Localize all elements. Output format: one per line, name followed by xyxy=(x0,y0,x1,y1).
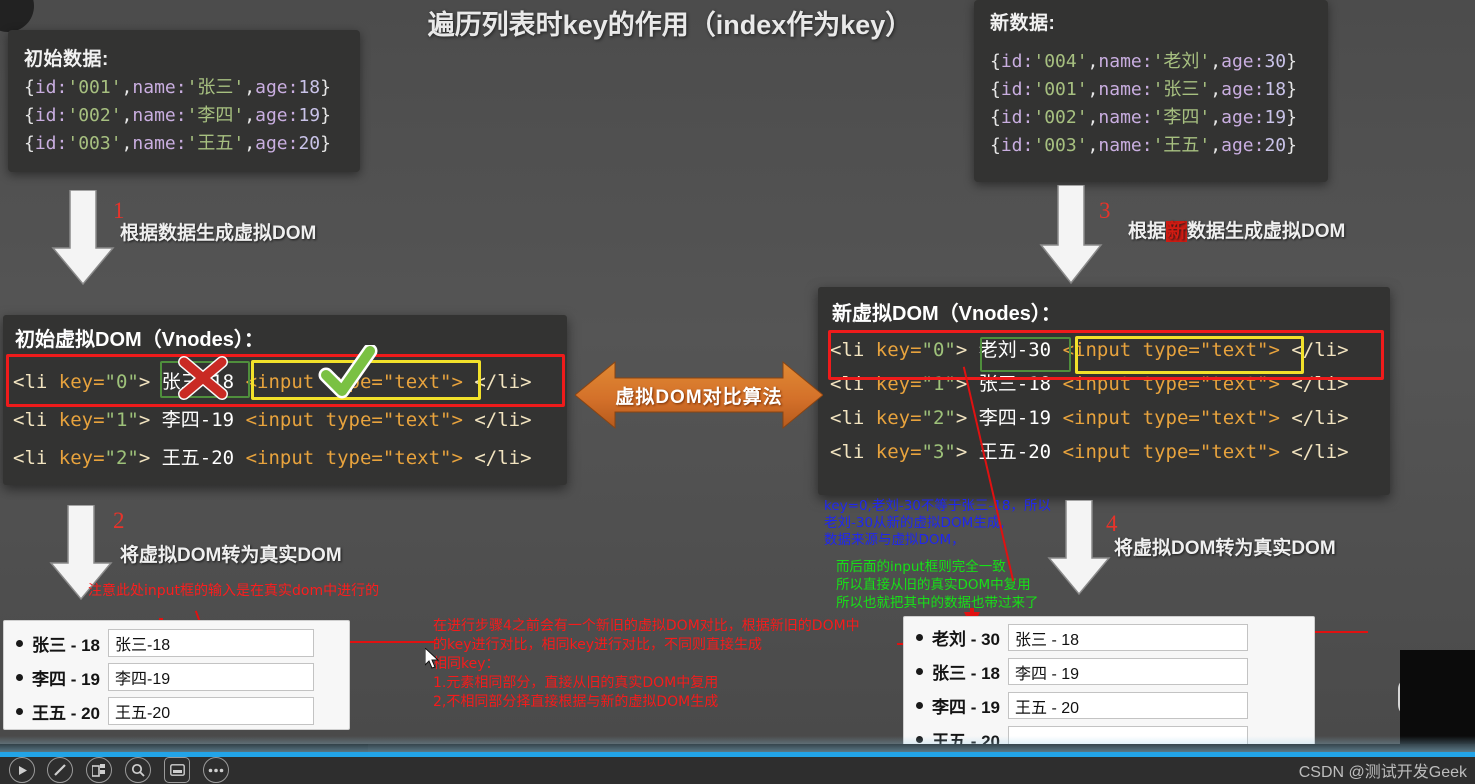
search-icon[interactable] xyxy=(125,757,151,783)
more-icon[interactable] xyxy=(203,757,229,783)
vdom-line: <li key="0"> 老刘-30 <input type="text"> <… xyxy=(830,339,1349,361)
list-bullet-icon xyxy=(916,668,923,675)
layout-icon[interactable] xyxy=(86,757,112,783)
step3-label-pre: 根据 xyxy=(1128,221,1167,242)
list-item: 李四 - 19 李四-19 xyxy=(4,663,349,691)
step3-number: 3 xyxy=(1099,198,1111,223)
step2-number: 2 xyxy=(113,508,125,533)
data-row: {id:'003',name:'王五',age:20} xyxy=(24,133,331,154)
screenshot-canvas: 遍历列表时key的作用（index作为key） 初始数据: {id:'001',… xyxy=(0,0,1475,784)
list-bullet-icon xyxy=(16,673,23,681)
pen-icon[interactable] xyxy=(47,757,73,783)
vdom-line: <li key="0"> 张三-18 <input type="text"> <… xyxy=(13,371,532,393)
list-item-input[interactable]: 张三 - 18 xyxy=(1008,624,1249,651)
data-row: {id:'002',name:'李四',age:19} xyxy=(990,107,1297,128)
step4-label: 将虚拟DOM转为真实DOM xyxy=(1114,538,1336,559)
blue-note-annotation: key=0,老刘-30不等于张三-18，所以 老刘-30从新的虚拟DOM生成, … xyxy=(824,498,1051,548)
new-data-box: 新数据: {id:'004',name:'老刘',age:30} {id:'00… xyxy=(974,0,1328,182)
list-item-input[interactable]: 张三-18 xyxy=(108,629,315,657)
new-vdom-lines: <li key="0"> 老刘-30 <input type="text"> <… xyxy=(830,335,1349,467)
step2-label: 将虚拟DOM转为真实DOM xyxy=(120,545,342,566)
step3-label: 根据新数据生成虚拟DOM xyxy=(1128,216,1345,243)
list-item-input[interactable]: 王五-20 xyxy=(108,697,315,725)
old-real-dom-list: 张三 - 18 张三-18 李四 - 19 李四-19 王五 - 20 王五-2… xyxy=(3,620,350,730)
list-item-label: 张三 - 18 xyxy=(32,635,101,655)
new-vdom-panel: 新虚拟DOM（Vnodes）： <li key="0"> 老刘-30 <inpu… xyxy=(818,287,1390,495)
initial-data-rows: {id:'001',name:'张三',age:18} {id:'002',na… xyxy=(24,74,331,158)
vdom-line: <li key="3"> 王五-20 <input type="text"> <… xyxy=(830,441,1349,463)
list-item-label: 王五 - 20 xyxy=(32,703,101,723)
csdn-watermark: CSDN @测试开发Geek xyxy=(1298,764,1467,781)
data-row: {id:'004',name:'老刘',age:30} xyxy=(990,51,1297,72)
step3-label-post: 数据生成虚拟DOM xyxy=(1187,221,1346,242)
step3-label-highlight: 新 xyxy=(1166,221,1188,242)
list-item: 张三 - 18 张三-18 xyxy=(4,629,349,657)
play-icon[interactable] xyxy=(9,757,35,783)
list-bullet-icon xyxy=(16,639,23,647)
check-mark-icon xyxy=(318,343,378,406)
mouse-cursor xyxy=(424,646,440,669)
list-bullet-icon xyxy=(916,702,923,709)
vdom-line: <li key="1"> 李四-19 <input type="text"> <… xyxy=(13,409,532,431)
data-row: {id:'001',name:'张三',age:18} xyxy=(24,77,331,98)
initial-data-box: 初始数据: {id:'001',name:'张三',age:18} {id:'0… xyxy=(8,30,360,172)
vdom-line: <li key="1"> 张三-18 <input type="text"> <… xyxy=(830,373,1349,395)
list-item-label: 张三 - 18 xyxy=(932,664,1001,683)
list-bullet-icon xyxy=(916,634,923,641)
list-item-label: 老刘 - 30 xyxy=(932,630,1001,649)
screen-icon[interactable] xyxy=(164,757,190,783)
compare-note-annotation: 在进行步骤4之前会有一个新旧的虚拟DOM对比，根据新旧的DOM中 的key进行对… xyxy=(433,618,860,710)
step3-arrow-icon xyxy=(1038,184,1104,290)
new-vdom-heading: 新虚拟DOM（Vnodes）： xyxy=(832,303,1061,325)
cross-mark-icon xyxy=(172,352,234,409)
diff-algorithm-arrow: 虚拟DOM对比算法 xyxy=(574,358,824,432)
page-title: 遍历列表时key的作用（index作为key） xyxy=(427,10,913,40)
list-item: 老刘 - 30 张三 - 18 xyxy=(904,624,1314,651)
data-row: {id:'001',name:'张三',age:18} xyxy=(990,79,1297,100)
list-item: 张三 - 18 李四 - 19 xyxy=(904,658,1314,685)
list-item: 王五 - 20 王五-20 xyxy=(4,697,349,725)
old-vdom-heading: 初始虚拟DOM（Vnodes）： xyxy=(15,329,264,351)
list-item-label: 李四 - 19 xyxy=(932,698,1001,717)
list-item: 李四 - 19 王五 - 20 xyxy=(904,692,1314,719)
old-vdom-panel: 初始虚拟DOM（Vnodes）： <li key="0"> 张三-18 <inp… xyxy=(3,315,567,485)
new-data-heading: 新数据: xyxy=(990,13,1056,34)
step1-label: 根据数据生成虚拟DOM xyxy=(120,223,317,244)
list-bullet-icon xyxy=(16,707,23,715)
data-row: {id:'002',name:'李四',age:19} xyxy=(24,105,331,126)
old-vdom-lines: <li key="0"> 张三-18 <input type="text"> <… xyxy=(13,367,532,473)
step1-arrow-icon xyxy=(50,189,116,291)
input-note-annotation: 注意此处input框的输入是在真实dom中进行的 xyxy=(88,583,380,599)
initial-data-heading: 初始数据: xyxy=(24,49,109,70)
vdom-line: <li key="2"> 王五-20 <input type="text"> <… xyxy=(13,447,532,469)
new-data-rows: {id:'004',name:'老刘',age:30} {id:'001',na… xyxy=(990,48,1297,160)
diff-algorithm-label: 虚拟DOM对比算法 xyxy=(615,386,783,408)
list-item-input[interactable]: 李四-19 xyxy=(108,663,315,691)
step4-arrow-icon xyxy=(1046,499,1112,601)
list-item-input[interactable]: 王五 - 20 xyxy=(1008,692,1249,719)
list-item-label: 李四 - 19 xyxy=(32,669,101,689)
vdom-line: <li key="2"> 李四-19 <input type="text"> <… xyxy=(830,407,1349,429)
green-note-annotation: 而后面的input框则完全一致 所以直接从旧的真实DOM中复用 所以也就把其中的… xyxy=(836,559,1039,611)
list-item-input[interactable]: 李四 - 19 xyxy=(1008,658,1249,685)
data-row: {id:'003',name:'王五',age:20} xyxy=(990,135,1297,156)
progress-glow xyxy=(0,736,1475,752)
